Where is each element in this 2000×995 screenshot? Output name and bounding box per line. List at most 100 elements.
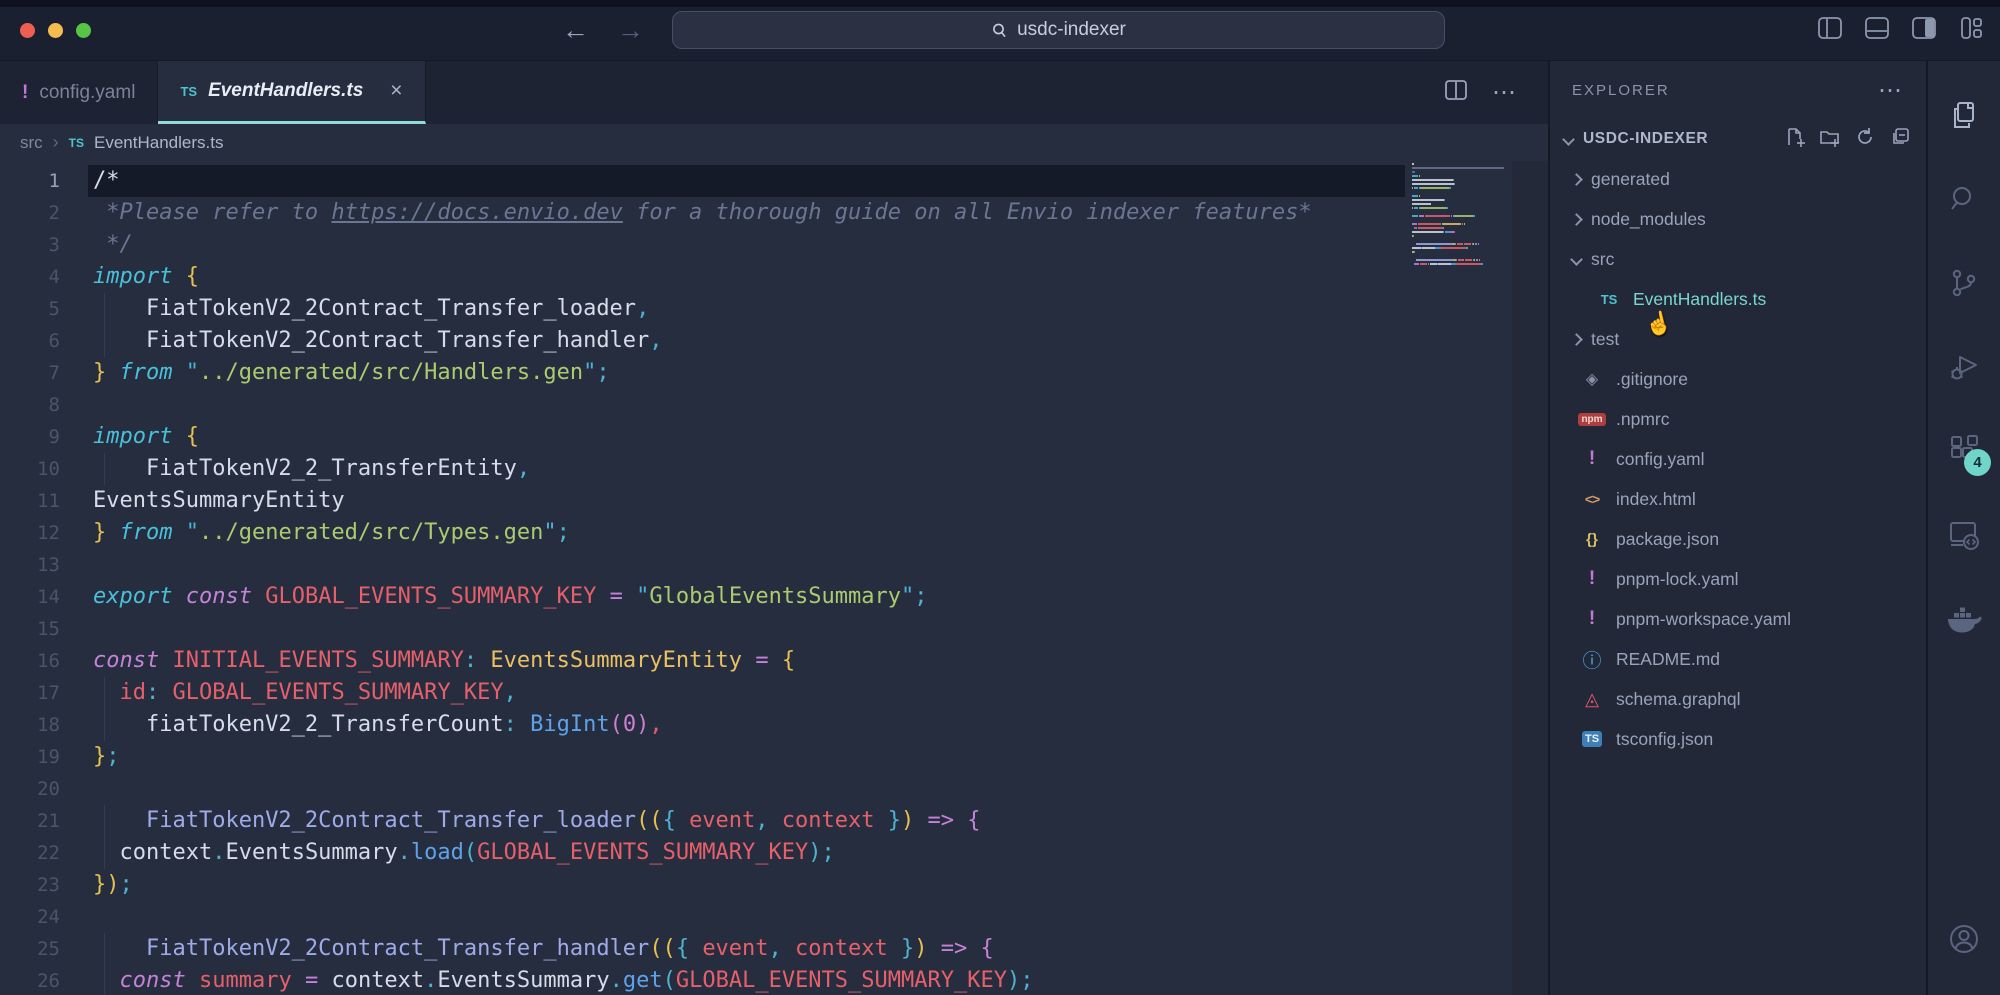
editor-more-actions-icon[interactable]: ⋯ (1492, 78, 1518, 107)
line-number: 12 (0, 517, 60, 549)
minimap-line (1412, 199, 1510, 202)
file-pnpm-workspace-yaml[interactable]: !pnpm-workspace.yaml (1550, 599, 1926, 639)
file-gitignore[interactable]: ◈.gitignore (1550, 359, 1926, 399)
code-line[interactable]: 25 FiatTokenV2_2Contract_Transfer_handle… (0, 933, 1548, 965)
file-index-html[interactable]: <>index.html (1550, 479, 1926, 519)
tab-config-yaml[interactable]: ! config.yaml (0, 61, 158, 124)
activity-search-icon[interactable] (1928, 157, 2000, 241)
command-center-search[interactable]: usdc-indexer (672, 11, 1445, 49)
activity-run-debug-icon[interactable] (1928, 325, 2000, 409)
code-line[interactable]: 14export const GLOBAL_EVENTS_SUMMARY_KEY… (0, 581, 1548, 613)
activity-remote-explorer-icon[interactable] (1928, 493, 2000, 577)
code-line[interactable]: 16const INITIAL_EVENTS_SUMMARY: EventsSu… (0, 645, 1548, 677)
code-line[interactable]: 10 FiatTokenV2_2_TransferEntity, (0, 453, 1548, 485)
folder-generated[interactable]: generated (1550, 159, 1926, 199)
collapse-folders-icon[interactable] (1890, 127, 1910, 152)
excl-file-icon: ! (1578, 608, 1606, 630)
code-line[interactable]: 17 id: GLOBAL_EVENTS_SUMMARY_KEY, (0, 677, 1548, 709)
code-line[interactable]: 4import { (0, 261, 1548, 293)
activity-extensions-icon[interactable]: 4 (1928, 409, 2000, 493)
close-tab-icon[interactable]: × (390, 79, 402, 103)
code-line[interactable]: 19}; (0, 741, 1548, 773)
file-package-json[interactable]: {}package.json (1550, 519, 1926, 559)
folder-test[interactable]: test (1550, 319, 1926, 359)
explorer-more-actions-icon[interactable]: ⋯ (1878, 76, 1904, 105)
code-line[interactable]: 5 FiatTokenV2_2Contract_Transfer_loader, (0, 293, 1548, 325)
toggle-panel-icon[interactable] (1864, 15, 1890, 46)
graphql-file-icon: ◬ (1578, 689, 1606, 710)
code-line[interactable]: 7} from "../generated/src/Handlers.gen"; (0, 357, 1548, 389)
minimap-line (1412, 243, 1510, 246)
code-line[interactable]: 21 FiatTokenV2_2Contract_Transfer_loader… (0, 805, 1548, 837)
minimap-line (1412, 163, 1510, 166)
code-line[interactable]: 20 (0, 773, 1548, 805)
history-back-button[interactable]: ← (562, 15, 589, 46)
activity-explorer-icon[interactable] (1928, 73, 2000, 157)
close-window-button[interactable] (20, 23, 35, 38)
breadcrumb-folder[interactable]: src (20, 133, 43, 153)
search-icon (991, 22, 1008, 39)
line-number: 21 (0, 805, 60, 837)
code-line[interactable]: 3 */ (0, 229, 1548, 261)
code-line[interactable]: 26 const summary = context.EventsSummary… (0, 965, 1548, 995)
file-config-yaml[interactable]: !config.yaml (1550, 439, 1926, 479)
code-line[interactable]: 15 (0, 613, 1548, 645)
mouse-cursor-hand: ☝ (1643, 308, 1675, 339)
code-text (60, 901, 93, 933)
file-readme-md[interactable]: ⓘREADME.md (1550, 639, 1926, 679)
toggle-secondary-sidebar-icon[interactable] (1911, 15, 1937, 46)
minimap[interactable] (1412, 163, 1510, 267)
code-line[interactable]: 6 FiatTokenV2_2Contract_Transfer_handler… (0, 325, 1548, 357)
toggle-primary-sidebar-icon[interactable] (1817, 15, 1843, 46)
code-line[interactable]: 1/* (0, 165, 1548, 197)
code-line[interactable]: 22 context.EventsSummary.load(GLOBAL_EVE… (0, 837, 1548, 869)
window-top-strip (0, 0, 2000, 7)
code-text: import { (60, 421, 199, 453)
file-tsconfig-json[interactable]: TStsconfig.json (1550, 719, 1926, 759)
zoom-window-button[interactable] (76, 23, 91, 38)
file-schema-graphql[interactable]: ◬schema.graphql (1550, 679, 1926, 719)
editor-group: ! config.yaml TS EventHandlers.ts × ⋯ sr… (0, 61, 1548, 995)
code-line[interactable]: 2 *Please refer to https://docs.envio.de… (0, 197, 1548, 229)
minimap-line (1412, 211, 1510, 214)
activity-docker-icon[interactable] (1928, 577, 2000, 661)
breadcrumb-file[interactable]: EventHandlers.ts (94, 133, 223, 153)
customize-layout-icon[interactable] (1958, 15, 1984, 46)
refresh-explorer-icon[interactable] (1855, 127, 1875, 152)
code-line[interactable]: 11EventsSummaryEntity (0, 485, 1548, 517)
file-eventhandlers-ts[interactable]: TSEventHandlers.ts (1550, 279, 1926, 319)
code-editor[interactable]: 1/*2 *Please refer to https://docs.envio… (0, 161, 1548, 995)
code-line[interactable]: 23}); (0, 869, 1548, 901)
file-npmrc[interactable]: npm.npmrc (1550, 399, 1926, 439)
minimap-line (1412, 227, 1510, 230)
minimap-line (1412, 191, 1510, 194)
code-line[interactable]: 12} from "../generated/src/Types.gen"; (0, 517, 1548, 549)
code-line[interactable]: 24 (0, 901, 1548, 933)
minimap-line (1412, 179, 1510, 182)
code-line[interactable]: 18 fiatTokenV2_2_TransferCount: BigInt(0… (0, 709, 1548, 741)
minimap-line (1412, 175, 1510, 178)
account-icon[interactable] (1928, 897, 2000, 981)
code-line[interactable]: 13 (0, 549, 1548, 581)
code-line[interactable]: 9import { (0, 421, 1548, 453)
scrollbar-track[interactable] (1512, 161, 1548, 995)
activity-source-control-icon[interactable] (1928, 241, 2000, 325)
split-editor-icon[interactable] (1444, 78, 1468, 107)
item-label: pnpm-lock.yaml (1616, 569, 1739, 590)
typescript-file-icon: TS (69, 136, 84, 150)
history-forward-button[interactable]: → (617, 15, 644, 46)
minimize-window-button[interactable] (48, 23, 63, 38)
code-text: FiatTokenV2_2Contract_Transfer_handler, (60, 325, 663, 357)
folder-src[interactable]: src (1550, 239, 1926, 279)
ts-file-icon: TS (1595, 292, 1623, 307)
workspace-section-header[interactable]: USDC-INDEXER (1550, 119, 1926, 159)
tab-eventhandlers-ts[interactable]: TS EventHandlers.ts × (158, 61, 425, 124)
new-folder-icon[interactable] (1820, 127, 1840, 152)
chevron-right-icon (1570, 173, 1583, 186)
folder-node-modules[interactable]: node_modules (1550, 199, 1926, 239)
chevron-down-icon (1562, 133, 1575, 146)
line-number: 6 (0, 325, 60, 357)
new-file-icon[interactable] (1785, 127, 1805, 152)
file-pnpm-lock-yaml[interactable]: !pnpm-lock.yaml (1550, 559, 1926, 599)
code-line[interactable]: 8 (0, 389, 1548, 421)
